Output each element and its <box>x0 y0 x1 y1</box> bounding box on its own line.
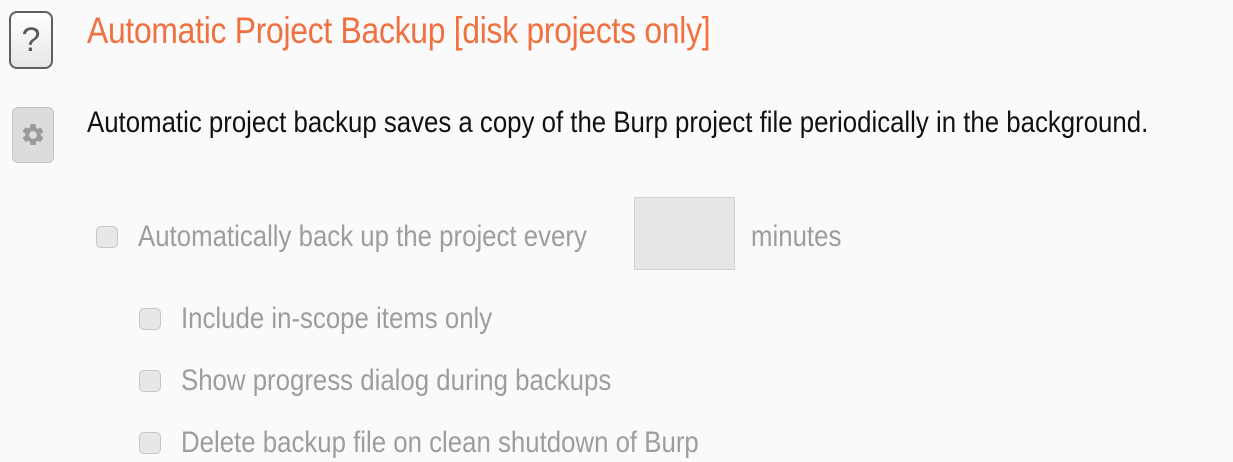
question-mark-icon: ? <box>21 20 41 59</box>
section-title: Automatic Project Backup [disk projects … <box>87 10 711 51</box>
auto-backup-label: Automatically back up the project every <box>138 220 587 253</box>
section-description: Automatic project backup saves a copy of… <box>87 106 1149 139</box>
in-scope-only-checkbox[interactable] <box>139 308 161 330</box>
help-button[interactable]: ? <box>9 11 53 69</box>
show-progress-option[interactable]: Show progress dialog during backups <box>139 364 681 398</box>
minutes-label: minutes <box>751 220 842 253</box>
in-scope-only-label: Include in-scope items only <box>181 302 493 335</box>
delete-on-shutdown-checkbox[interactable] <box>139 432 161 454</box>
in-scope-only-option[interactable]: Include in-scope items only <box>139 302 543 336</box>
backup-interval-input[interactable] <box>634 197 735 270</box>
auto-backup-option[interactable]: Automatically back up the project every <box>96 220 660 254</box>
gear-icon <box>22 124 44 145</box>
show-progress-checkbox[interactable] <box>139 370 161 392</box>
delete-on-shutdown-option[interactable]: Delete backup file on clean shutdown of … <box>139 426 783 460</box>
delete-on-shutdown-label: Delete backup file on clean shutdown of … <box>181 426 699 459</box>
settings-button[interactable] <box>12 107 54 163</box>
show-progress-label: Show progress dialog during backups <box>181 364 612 397</box>
auto-backup-checkbox[interactable] <box>96 226 118 248</box>
